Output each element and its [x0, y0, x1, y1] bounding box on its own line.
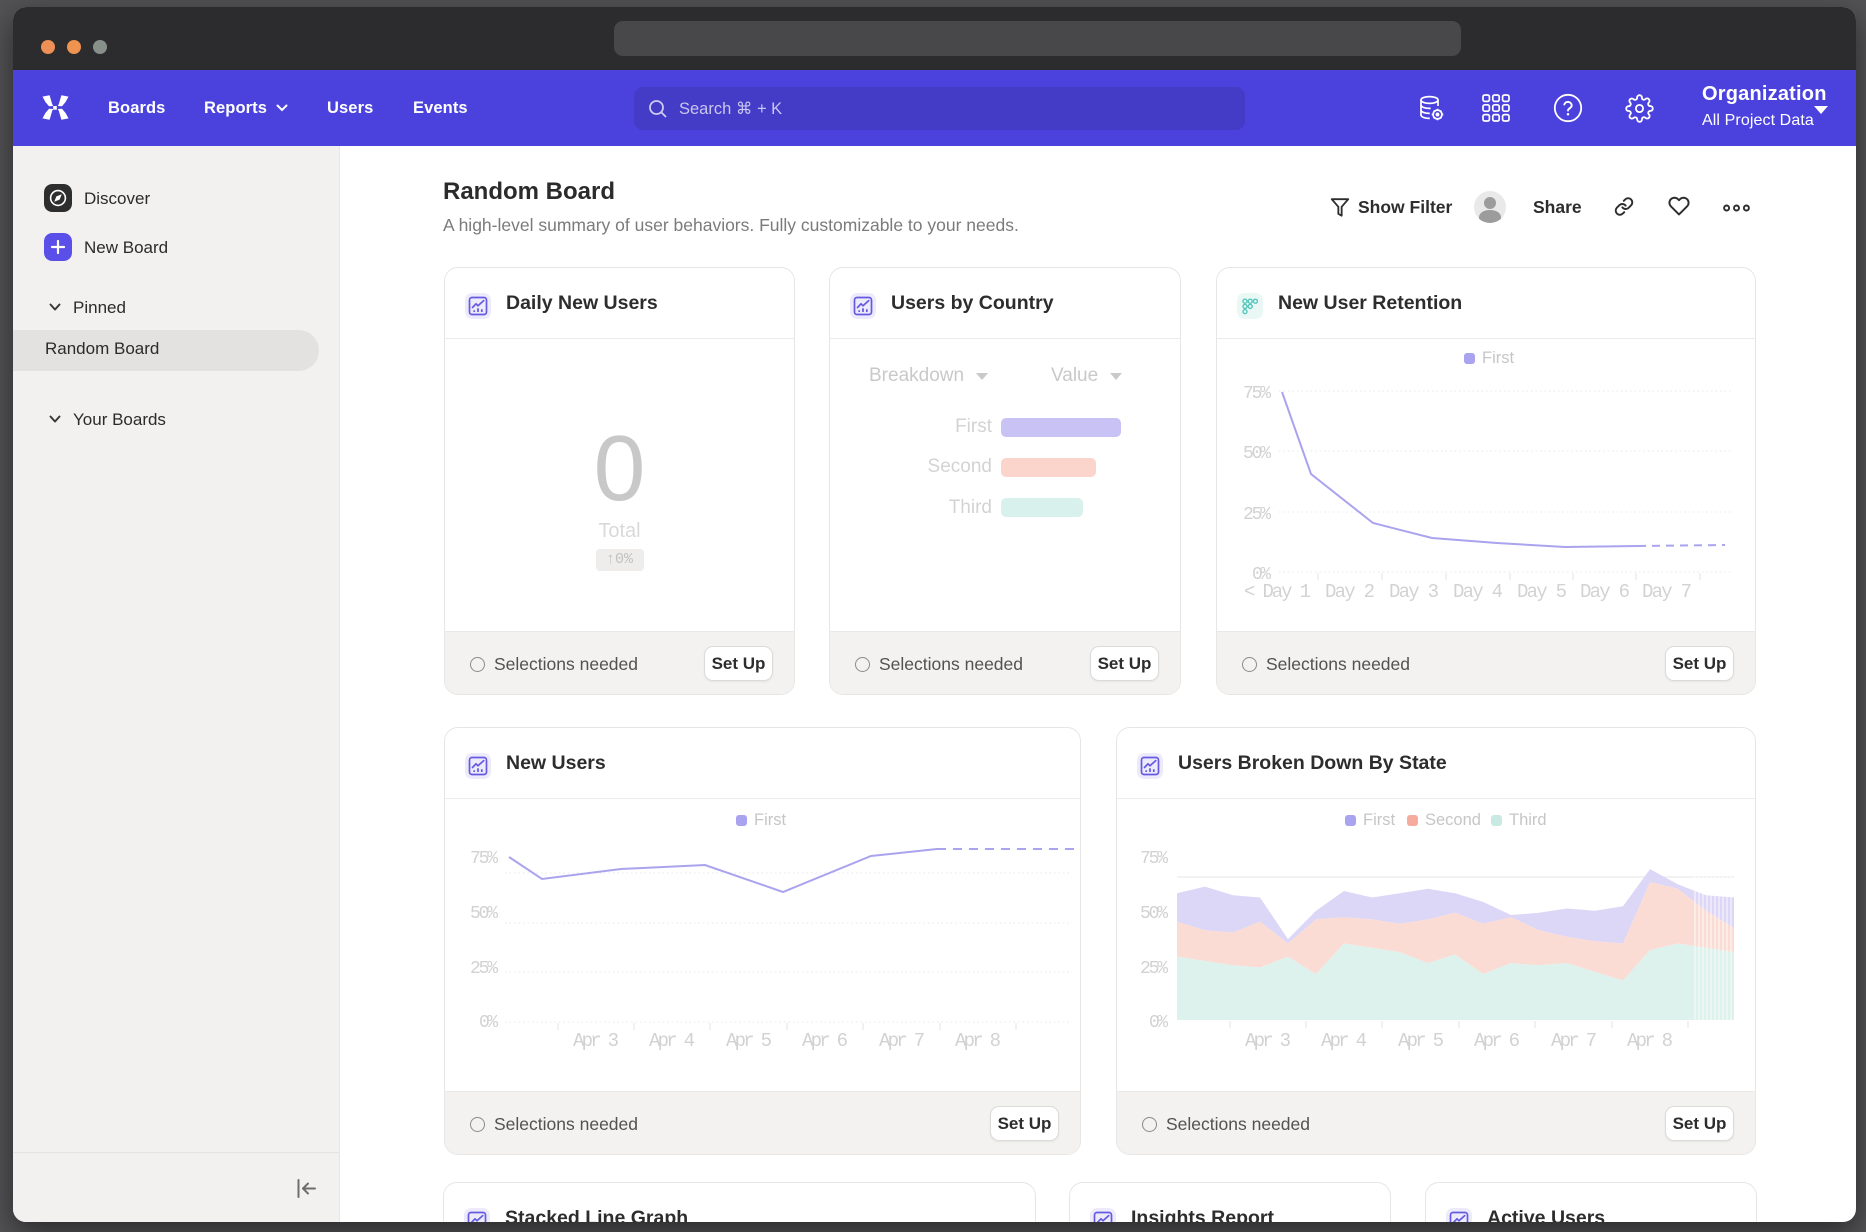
svg-text:75%: 75% — [470, 849, 498, 869]
svg-text:Apr 4: Apr 4 — [649, 1030, 695, 1052]
svg-text:Apr 5: Apr 5 — [1398, 1030, 1444, 1052]
svg-text:0%: 0% — [1149, 1013, 1168, 1033]
svg-text:< Day 1: < Day 1 — [1244, 581, 1311, 603]
svg-text:Apr 4: Apr 4 — [1321, 1030, 1367, 1052]
svg-text:Apr 7: Apr 7 — [1551, 1030, 1597, 1052]
svg-text:Apr 3: Apr 3 — [573, 1030, 619, 1052]
svg-text:Day 7: Day 7 — [1642, 581, 1692, 603]
svg-text:Apr 5: Apr 5 — [726, 1030, 772, 1052]
svg-text:Day 4: Day 4 — [1453, 581, 1503, 603]
svg-text:75%: 75% — [1243, 384, 1271, 404]
svg-text:Day 5: Day 5 — [1517, 581, 1567, 603]
svg-text:50%: 50% — [470, 904, 498, 924]
svg-text:Day 3: Day 3 — [1389, 581, 1439, 603]
svg-text:Apr 7: Apr 7 — [879, 1030, 925, 1052]
svg-text:Apr 3: Apr 3 — [1245, 1030, 1291, 1052]
svg-text:Apr 6: Apr 6 — [802, 1030, 848, 1052]
svg-text:Apr 8: Apr 8 — [955, 1030, 1001, 1052]
svg-text:Day 6: Day 6 — [1580, 581, 1630, 603]
svg-text:0%: 0% — [479, 1013, 498, 1033]
svg-text:25%: 25% — [470, 959, 498, 979]
svg-text:25%: 25% — [1140, 959, 1168, 979]
svg-text:50%: 50% — [1243, 444, 1271, 464]
svg-text:25%: 25% — [1243, 505, 1271, 525]
svg-text:Apr 8: Apr 8 — [1627, 1030, 1673, 1052]
svg-text:75%: 75% — [1140, 849, 1168, 869]
svg-text:50%: 50% — [1140, 904, 1168, 924]
svg-text:Apr 6: Apr 6 — [1474, 1030, 1520, 1052]
svg-text:Day 2: Day 2 — [1325, 581, 1375, 603]
